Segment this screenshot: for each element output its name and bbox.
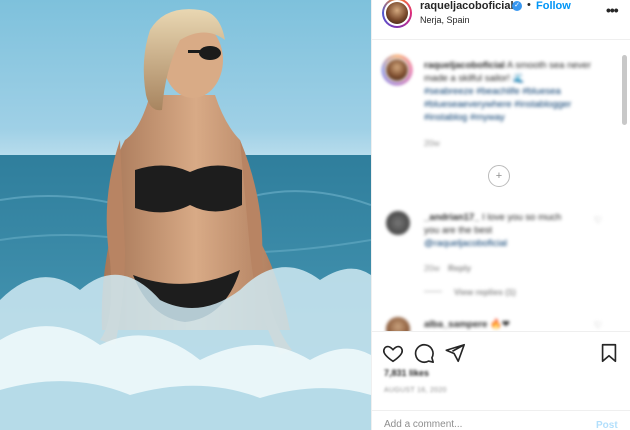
- add-comment-input[interactable]: [384, 419, 574, 430]
- caption-username[interactable]: raqueljacoboficial: [424, 60, 505, 71]
- caption-tags-3[interactable]: #instablog #myway: [424, 112, 505, 123]
- comment-bubble-icon[interactable]: [413, 342, 435, 364]
- likes-count[interactable]: 7,831 likes: [384, 368, 429, 378]
- save-bookmark-icon[interactable]: [598, 342, 620, 364]
- view-replies-link[interactable]: View replies (1): [454, 287, 516, 297]
- caption-tags-2[interactable]: #blueseaeverywhere #instablogger: [424, 99, 571, 110]
- comments-list[interactable]: raqueljacoboficial A smooth sea never ma…: [372, 41, 630, 331]
- verified-badge-icon: ✓: [512, 1, 522, 11]
- author-avatar[interactable]: [382, 0, 412, 28]
- comment-time[interactable]: 20w: [424, 263, 440, 273]
- commenter-avatar[interactable]: [386, 211, 410, 235]
- post-location[interactable]: Nerja, Spain: [420, 15, 470, 25]
- comments-scrollbar[interactable]: [622, 55, 627, 125]
- photo-illustration: [0, 9, 371, 430]
- plus-icon: +: [495, 170, 503, 182]
- post-header: raqueljacoboficial ✓ • Follow Nerja, Spa…: [372, 0, 630, 40]
- comment-text-2: alba_sampere 🔥❤: [424, 318, 594, 331]
- caption-tags-1[interactable]: #seabreeze #beachlife #bluesea: [424, 86, 561, 97]
- reply-button[interactable]: Reply: [448, 263, 471, 273]
- follow-button[interactable]: Follow: [536, 0, 571, 12]
- separator-dot: •: [527, 0, 531, 11]
- comment-username[interactable]: _andrian17_: [424, 212, 479, 223]
- post-actions: 7,831 likes AUGUST 16, 2020: [372, 331, 630, 401]
- more-options-icon[interactable]: •••: [606, 2, 619, 18]
- post-comment-button[interactable]: Post: [596, 420, 618, 430]
- replies-divider: [424, 291, 442, 292]
- comment-like-heart-icon-2[interactable]: ♡: [594, 320, 602, 331]
- comment-text: _andrian17_ I love you so much you are t…: [424, 211, 594, 250]
- comment-like-heart-icon[interactable]: ♡: [594, 215, 602, 226]
- post-photo[interactable]: [0, 0, 371, 430]
- caption-text: raqueljacoboficial A smooth sea never ma…: [424, 59, 604, 124]
- caption-avatar[interactable]: [382, 55, 412, 85]
- add-comment-bar: Post: [372, 410, 630, 430]
- comment-mention[interactable]: @raqueljacoboficial: [424, 238, 507, 249]
- post-side-panel: raqueljacoboficial ✓ • Follow Nerja, Spa…: [371, 0, 630, 430]
- comment-body: I love you so much: [482, 212, 562, 223]
- like-heart-icon[interactable]: [382, 342, 404, 364]
- share-paper-plane-icon[interactable]: [444, 342, 466, 364]
- comment-body-3: 🔥❤: [490, 319, 510, 330]
- caption-time[interactable]: 20w: [424, 138, 440, 148]
- commenter-avatar-2[interactable]: [386, 317, 410, 331]
- author-username[interactable]: raqueljacoboficial: [420, 0, 514, 12]
- load-more-comments-button[interactable]: +: [488, 165, 510, 187]
- comment-body-2: you are the best: [424, 225, 493, 236]
- comment-username-2[interactable]: alba_sampere: [424, 319, 487, 330]
- post-date[interactable]: AUGUST 16, 2020: [384, 387, 447, 394]
